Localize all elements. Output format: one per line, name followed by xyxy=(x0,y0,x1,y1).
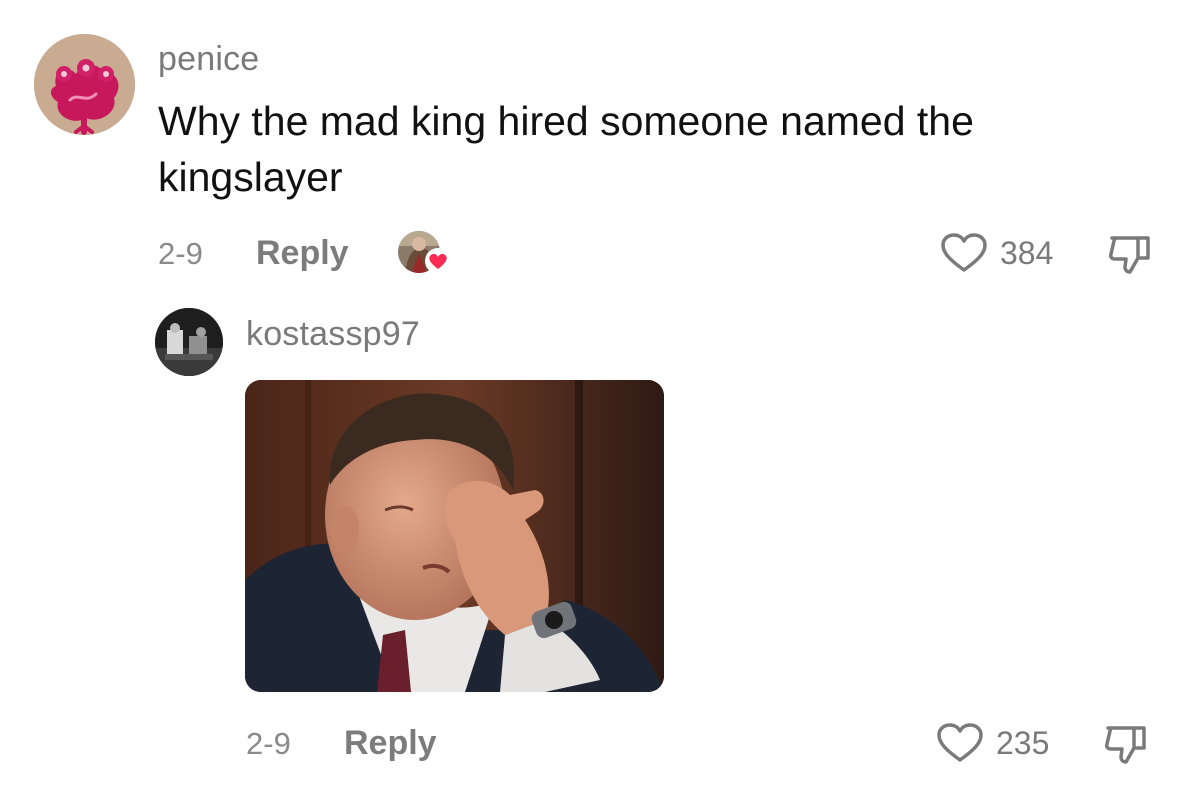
reply-reply-button[interactable]: Reply xyxy=(344,724,437,763)
reply-date: 2-9 xyxy=(246,726,291,761)
flower-avatar-image xyxy=(34,34,135,135)
replier-username[interactable]: kostassp97 xyxy=(246,315,420,354)
reply-like-count: 235 xyxy=(996,725,1050,761)
comment-text-line-2: kingslayer xyxy=(158,154,343,200)
comment-date: 2-9 xyxy=(158,236,203,271)
comment-reply-button[interactable]: Reply xyxy=(256,234,349,273)
facepalm-gif-image xyxy=(245,380,664,692)
commenter-avatar[interactable] xyxy=(34,34,135,135)
creator-liked-badge xyxy=(397,230,453,276)
thumbs-down-icon[interactable] xyxy=(1102,722,1152,766)
bw-photo-avatar-image xyxy=(155,308,223,376)
creator-liked-heart-icon xyxy=(425,248,451,274)
reply-gif[interactable] xyxy=(245,380,664,692)
heart-outline-icon[interactable] xyxy=(936,722,984,764)
comment-text-line-1: Why the mad king hired someone named the xyxy=(158,98,974,144)
replier-avatar[interactable] xyxy=(155,308,223,376)
comment-like-count: 384 xyxy=(1000,235,1054,271)
heart-outline-icon[interactable] xyxy=(940,232,988,274)
thumbs-down-icon[interactable] xyxy=(1106,232,1156,276)
commenter-username[interactable]: penice xyxy=(158,40,259,79)
